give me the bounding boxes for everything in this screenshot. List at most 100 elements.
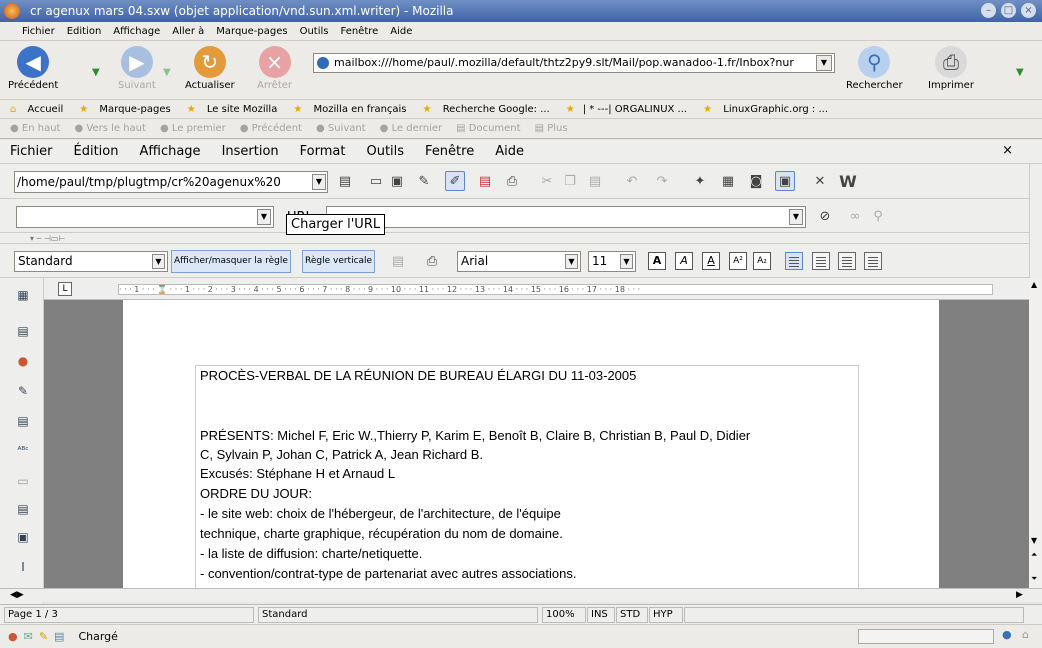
nav-up[interactable]: ● Vers le haut	[74, 123, 152, 134]
maximize-button[interactable]: □	[1001, 3, 1016, 18]
print-file-icon[interactable]: ⎙	[502, 171, 522, 191]
url-combo[interactable]: ▼	[326, 206, 806, 228]
underline-icon[interactable]: A	[702, 252, 720, 270]
gallery-icon[interactable]: ◙	[746, 171, 766, 191]
link-target-icon[interactable]: ⊘	[815, 206, 835, 226]
back-button[interactable]: ◀ Précédent	[8, 46, 58, 91]
hyperlink-mode[interactable]: HYP	[649, 607, 683, 623]
edit-mode-icon[interactable]: ✐	[445, 171, 465, 191]
cut-icon[interactable]: ✂	[537, 171, 557, 191]
menu-affichage[interactable]: Affichage	[113, 26, 160, 37]
vertical-scrollbar[interactable]: ▲ ▼ ⏶ ⏷	[1029, 278, 1042, 602]
insert-table-icon[interactable]: ▦	[14, 286, 32, 304]
menu-fenetre[interactable]: Fenêtre	[340, 26, 378, 37]
document-path-combo[interactable]: /home/paul/tmp/plugtmp/cr%20agenux%20 ▼	[14, 171, 328, 193]
undo-icon[interactable]: ↶	[622, 171, 642, 191]
back-dropdown-icon[interactable]: ▼	[92, 67, 100, 78]
navigator-icon[interactable]: ●	[8, 630, 18, 643]
menu-edition[interactable]: Edition	[67, 26, 102, 37]
minimize-button[interactable]: –	[981, 3, 996, 18]
online-icon[interactable]: ●	[1002, 628, 1012, 641]
spellcheck-icon[interactable]: ᴬᴮᶜ	[14, 442, 32, 460]
address-dropdown-icon[interactable]: ▼	[816, 55, 832, 71]
autospell-icon[interactable]: ▭	[14, 472, 32, 490]
scroll-left-icon[interactable]: ◀▶	[10, 590, 24, 600]
writer-menu-fenetre[interactable]: Fenêtre	[425, 144, 474, 159]
insert-object-icon[interactable]: ●	[14, 352, 32, 370]
copy-icon[interactable]: ❐	[560, 171, 580, 191]
print-button[interactable]: ⎙ Imprimer	[928, 46, 974, 91]
url-dropdown-icon[interactable]: ▼	[789, 209, 803, 225]
menu-aller[interactable]: Aller à	[172, 26, 204, 37]
forward-button[interactable]: ▶ Suivant	[118, 46, 156, 91]
style-dropdown-icon[interactable]: ▼	[152, 254, 165, 269]
bookmark-mozilla-fr[interactable]: ★ Mozilla en français	[293, 104, 414, 115]
insert-fields-icon[interactable]: ▤	[14, 322, 32, 340]
save-icon[interactable]: ▣	[387, 171, 407, 191]
nav-document[interactable]: ▤ Document	[456, 123, 527, 134]
scroll-right-icon[interactable]: ▶	[1016, 590, 1023, 600]
address-bar[interactable]: mailbox:///home/paul/.mozilla/default/th…	[313, 53, 835, 73]
bookmark-accueil[interactable]: ⌂ Accueil	[10, 104, 71, 115]
forward-dropdown-icon[interactable]: ▼	[163, 67, 171, 78]
selection-mode[interactable]: STD	[616, 607, 648, 623]
bookmark-google[interactable]: ★ Recherche Google: ...	[423, 104, 558, 115]
text-cursor-icon[interactable]: I	[14, 558, 32, 576]
horizontal-scrollbar[interactable]: ◀▶ ▶	[0, 588, 1042, 602]
writer-menu-aide[interactable]: Aide	[495, 144, 524, 159]
paste-icon[interactable]: ▤	[585, 171, 605, 191]
paragraph-style-combo[interactable]: Standard ▼	[14, 251, 168, 272]
tab-stop-selector[interactable]: L	[58, 282, 72, 296]
stop-button[interactable]: × Arrêter	[257, 46, 292, 91]
reload-button[interactable]: ↻ Actualiser	[185, 46, 235, 91]
zoom-level[interactable]: 100%	[542, 607, 586, 623]
menu-outils[interactable]: Outils	[300, 26, 329, 37]
edit-file-icon[interactable]: ✎	[414, 171, 434, 191]
bookmark-site-mozilla[interactable]: ★ Le site Mozilla	[187, 104, 286, 115]
ruler-scale[interactable]: · · · 1 · · · ⌛ · · · 1 · · · 2 · · · 3 …	[118, 284, 993, 295]
size-dropdown-icon[interactable]: ▼	[620, 254, 633, 269]
bold-icon[interactable]: A	[648, 252, 666, 270]
next-page-icon[interactable]: ⏷	[1031, 574, 1037, 584]
scroll-up-icon[interactable]: ▲	[1031, 280, 1037, 289]
redo-icon[interactable]: ↷	[652, 171, 672, 191]
addressbook-icon[interactable]: ▤	[54, 630, 64, 643]
whats-this-icon[interactable]: W	[838, 171, 858, 191]
previous-page-icon[interactable]: ⏶	[1031, 550, 1037, 560]
nav-first[interactable]: ● Le premier	[160, 123, 233, 134]
path-dropdown-icon[interactable]: ▼	[312, 174, 326, 190]
close-bar-icon[interactable]: ✕	[810, 171, 830, 191]
composer-icon[interactable]: ✎	[39, 630, 48, 643]
subscript-icon[interactable]: A₂	[753, 252, 771, 270]
bookmark-marque-pages[interactable]: ★ Marque-pages	[79, 104, 178, 115]
align-right-icon[interactable]	[838, 252, 856, 270]
justify-icon[interactable]	[864, 252, 882, 270]
superscript-icon[interactable]: A²	[729, 252, 747, 270]
close-window-button[interactable]: ×	[1021, 3, 1036, 18]
navigator-icon[interactable]: ✦	[690, 171, 710, 191]
vertical-ruler-button[interactable]: Règle verticale	[302, 250, 376, 273]
toolbar-handle-icon[interactable]: ▾ ─ ⊣▭⊢	[30, 234, 65, 243]
insert-mode[interactable]: INS	[587, 607, 615, 623]
nav-next[interactable]: ● Suivant	[316, 123, 373, 134]
close-document-icon[interactable]: ×	[1002, 143, 1013, 158]
nav-more[interactable]: ▤ Plus	[535, 123, 575, 134]
toggle-ruler-button[interactable]: Afficher/masquer la règle	[171, 250, 291, 273]
writer-menu-format[interactable]: Format	[300, 144, 346, 159]
writer-menu-insertion[interactable]: Insertion	[222, 144, 279, 159]
bookmark-linuxgraphic[interactable]: ★ LinuxGraphic.org : ...	[703, 104, 836, 115]
hyperlink-icon[interactable]: ∞	[845, 206, 865, 226]
url-name-dropdown-icon[interactable]: ▼	[257, 209, 271, 225]
scroll-down-icon[interactable]: ▼	[1031, 536, 1037, 545]
nonprinting-chars-icon[interactable]: ▤	[14, 500, 32, 518]
fields-icon[interactable]: ▤	[388, 251, 408, 271]
writer-menu-outils[interactable]: Outils	[366, 144, 404, 159]
writer-menu-edition[interactable]: Édition	[74, 144, 119, 159]
writer-menu-fichier[interactable]: Fichier	[10, 144, 53, 159]
font-name-combo[interactable]: Arial ▼	[457, 251, 581, 272]
open-folder-icon[interactable]: ▭	[366, 171, 386, 191]
mail-icon[interactable]: ✉	[24, 630, 33, 643]
nav-top[interactable]: ● En haut	[10, 123, 67, 134]
font-size-combo[interactable]: 11 ▼	[588, 251, 636, 272]
italic-icon[interactable]: A	[675, 252, 693, 270]
